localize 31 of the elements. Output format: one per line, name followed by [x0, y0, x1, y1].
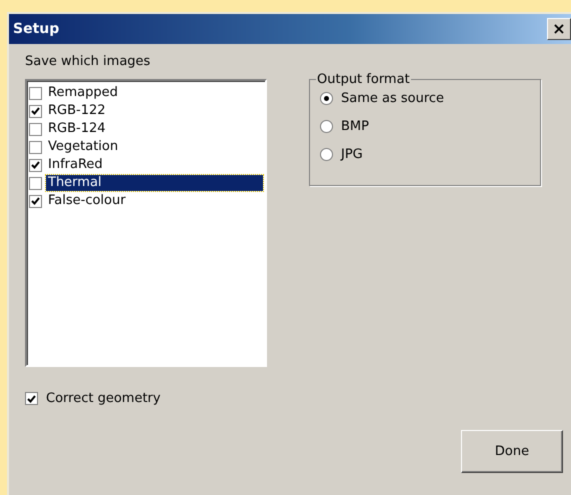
check-icon [31, 161, 40, 169]
window-title: Setup [13, 21, 60, 37]
checkbox[interactable] [25, 392, 38, 405]
radio-label: Same as source [341, 90, 444, 106]
radio-label: JPG [341, 146, 363, 162]
checkbox[interactable] [29, 140, 42, 154]
radio-button[interactable] [320, 92, 333, 104]
checkbox-label: Correct geometry [46, 391, 161, 406]
list-item[interactable]: False-colour [46, 193, 128, 209]
check-icon [27, 394, 36, 402]
radio-label: BMP [341, 118, 369, 134]
list-item[interactable]: RGB-124 [46, 121, 108, 137]
close-button[interactable]: × [547, 18, 571, 40]
checkbox[interactable] [29, 122, 42, 136]
radio-button[interactable] [320, 148, 333, 160]
checkbox[interactable] [29, 86, 42, 100]
checkbox[interactable] [29, 194, 42, 208]
list-item[interactable]: InfraRed [46, 157, 105, 173]
list-item[interactable]: Thermal [46, 175, 263, 191]
checkbox[interactable] [29, 176, 42, 190]
list-item[interactable]: RGB-122 [46, 103, 108, 119]
checkbox[interactable] [29, 158, 42, 172]
check-icon [31, 107, 40, 115]
list-item[interactable]: Remapped [46, 85, 120, 101]
check-icon [31, 197, 40, 205]
group-title: Output format [316, 72, 411, 87]
list-item[interactable]: Vegetation [46, 139, 120, 155]
done-button[interactable]: Done [461, 430, 563, 473]
checkbox[interactable] [29, 104, 42, 118]
radio-button[interactable] [320, 120, 333, 132]
list-label: Save which images [25, 54, 152, 69]
